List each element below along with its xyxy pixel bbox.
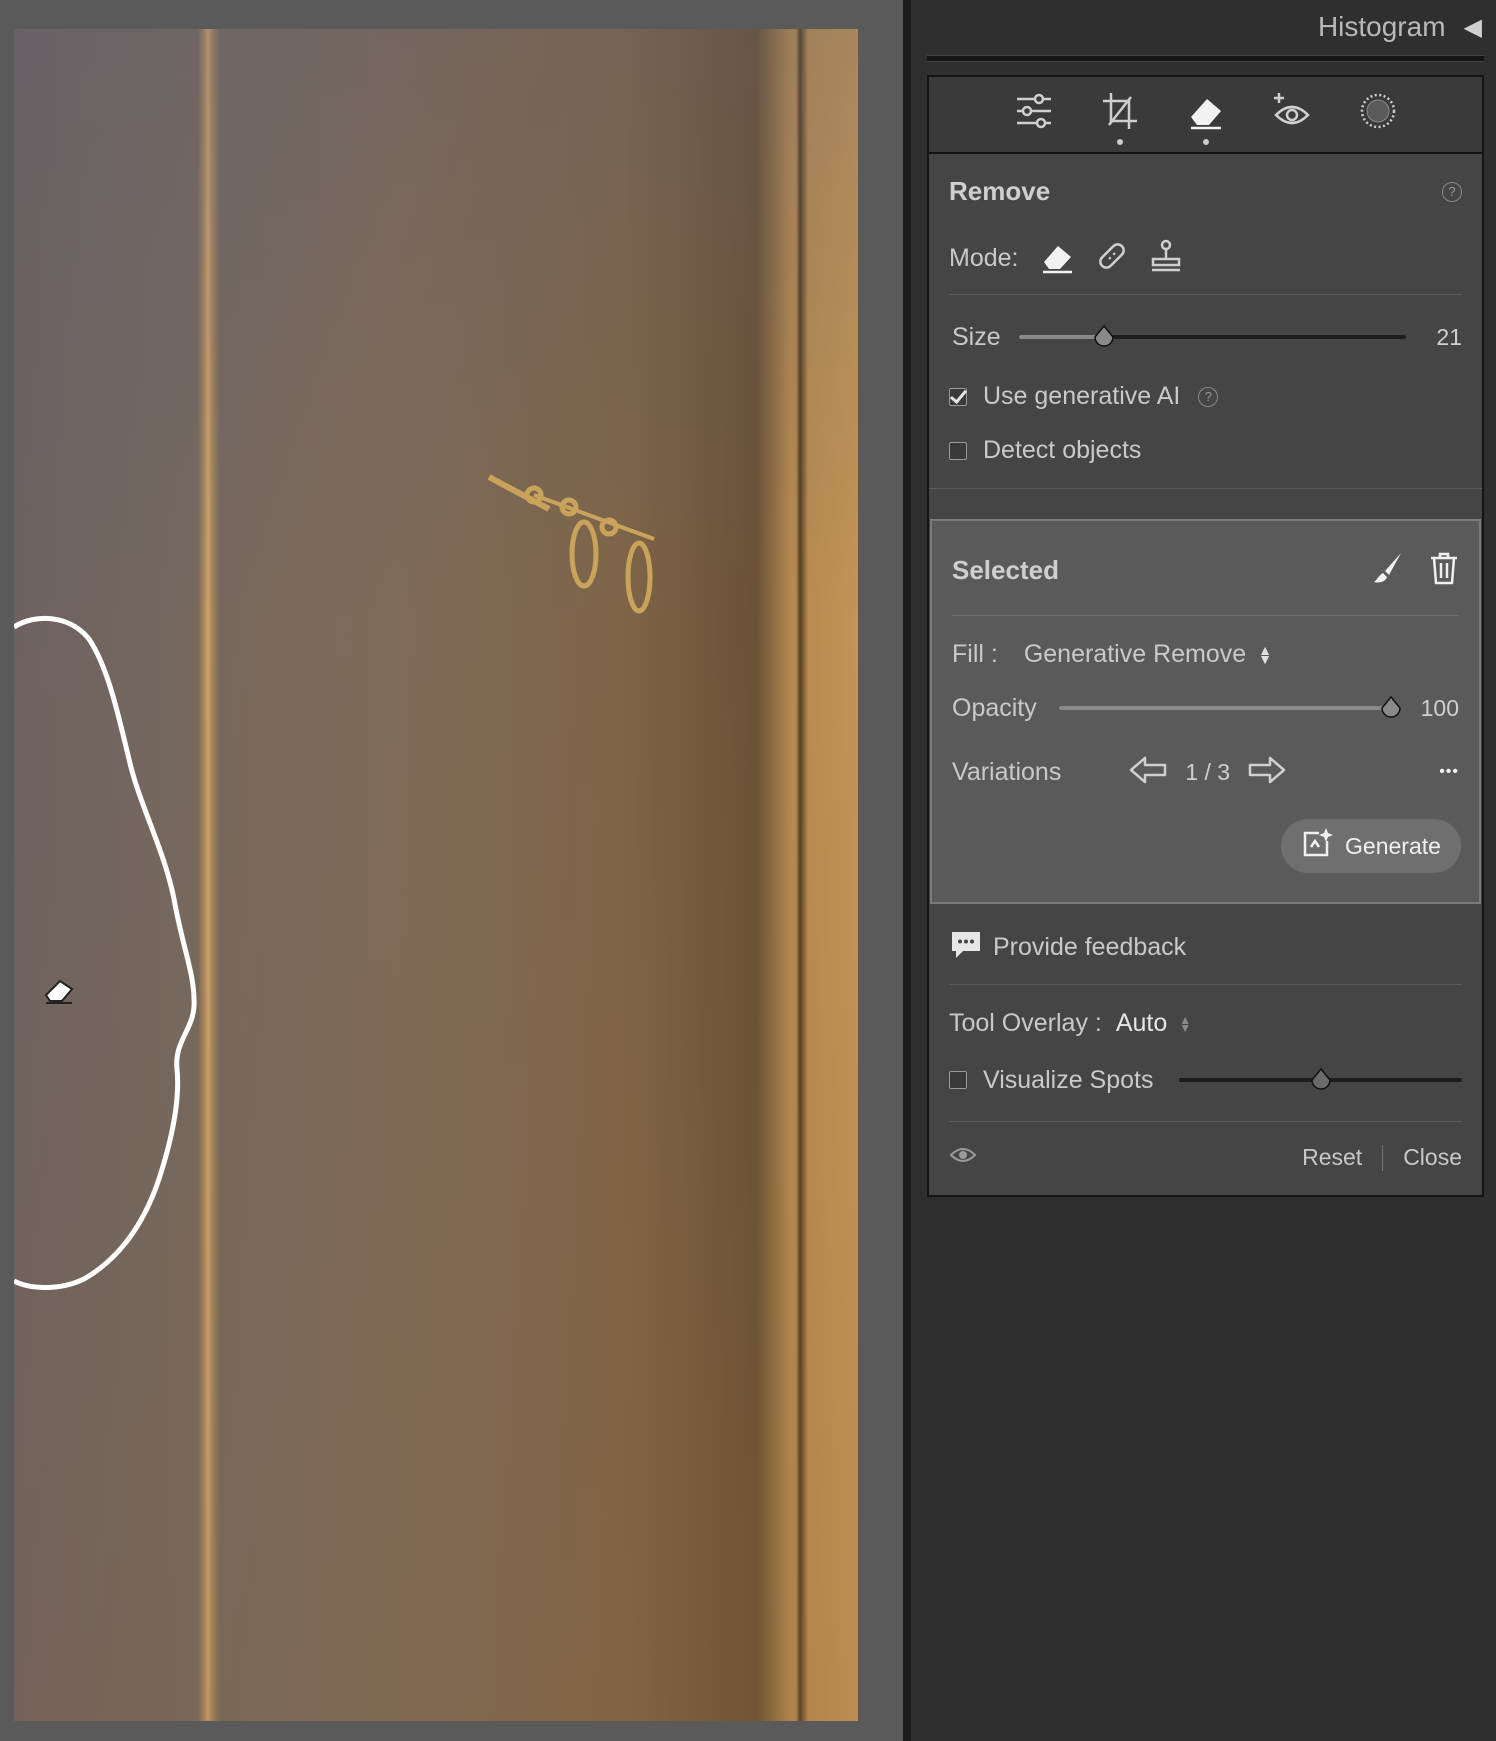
provide-feedback-link[interactable]: Provide feedback <box>993 933 1186 962</box>
divider <box>949 294 1462 295</box>
visualize-spots-checkbox[interactable] <box>949 1071 967 1089</box>
footer-divider <box>1382 1144 1384 1171</box>
crop-icon[interactable] <box>1101 91 1139 145</box>
generate-button[interactable]: Generate <box>1281 819 1461 873</box>
remove-title: Remove <box>949 176 1051 206</box>
divider <box>929 488 1482 489</box>
opacity-value[interactable]: 100 <box>1421 695 1459 722</box>
remove-panel: Remove ? Mode: Size 21 Use generative AI… <box>927 152 1484 1197</box>
divider <box>952 615 1459 616</box>
fill-select[interactable]: Generative Remove ▲ ▼ <box>1024 640 1272 669</box>
variations-counter: 1 / 3 <box>1185 758 1231 785</box>
fill-value: Generative Remove <box>1023 640 1247 668</box>
size-slider-thumb[interactable] <box>1093 325 1115 347</box>
use-generative-ai-label[interactable]: Use generative AI <box>983 382 1180 411</box>
opacity-slider-fill <box>1058 706 1391 710</box>
opacity-slider[interactable] <box>1058 696 1401 718</box>
brush-icon[interactable] <box>1371 551 1405 590</box>
reset-button[interactable]: Reset <box>1302 1144 1362 1171</box>
tool-overlay-value: Auto <box>1115 1009 1168 1037</box>
fill-label: Fill : <box>952 640 998 668</box>
detect-objects-label[interactable]: Detect objects <box>983 436 1141 465</box>
generate-sparkle-icon <box>1301 827 1334 865</box>
divider <box>949 984 1462 985</box>
more-options-icon[interactable]: ••• <box>1439 763 1459 781</box>
photo-preview[interactable] <box>14 29 858 1721</box>
use-generative-ai-checkbox[interactable] <box>949 387 967 406</box>
size-slider[interactable] <box>1018 325 1407 347</box>
edit-sliders-icon[interactable] <box>1015 91 1053 135</box>
histogram-title: Histogram <box>1317 11 1446 42</box>
remove-eraser-icon[interactable] <box>1187 91 1225 145</box>
eye-toggle-icon[interactable] <box>949 1145 977 1170</box>
opacity-slider-thumb[interactable] <box>1380 696 1402 718</box>
visualize-spots-thumb[interactable] <box>1310 1068 1332 1090</box>
histogram-header[interactable]: Histogram ◀ <box>921 0 1482 54</box>
mode-eraser-icon[interactable] <box>1040 238 1076 279</box>
visualize-spots-slider[interactable] <box>1179 1068 1462 1090</box>
crop-edited-dot <box>1116 139 1123 145</box>
photo-overlay <box>14 474 655 1290</box>
histogram-collapse-icon[interactable]: ◀ <box>1464 13 1482 42</box>
size-label: Size <box>952 322 1001 351</box>
size-value[interactable]: 21 <box>1436 324 1462 351</box>
removal-selection-outline[interactable] <box>14 615 197 1290</box>
mode-label: Mode: <box>949 244 1019 272</box>
arrow-right-icon[interactable] <box>1248 755 1286 790</box>
mode-heal-icon[interactable] <box>1094 238 1130 279</box>
tool-overlay-select[interactable]: Auto ▲ ▼ <box>1116 1009 1191 1038</box>
red-eye-icon[interactable] <box>1273 91 1311 135</box>
divider <box>949 1121 1462 1122</box>
variations-label: Variations <box>952 757 1062 786</box>
earrings-object <box>487 474 655 614</box>
remove-edited-dot <box>1202 139 1209 145</box>
updown-chevron-icon: ▲ ▼ <box>1179 1012 1192 1035</box>
develop-right-panel: Histogram ◀ Remove ? Mode: Size 21 Use g… <box>903 0 1496 1741</box>
size-slider-fill <box>1018 335 1104 339</box>
arrow-left-icon[interactable] <box>1129 755 1167 790</box>
trash-icon[interactable] <box>1429 551 1459 590</box>
masking-icon[interactable] <box>1359 91 1397 135</box>
help-icon[interactable]: ? <box>1198 386 1219 407</box>
selected-title: Selected <box>952 555 1059 585</box>
eraser-cursor-icon <box>44 979 74 1004</box>
histogram-divider <box>927 55 1484 62</box>
mode-clone-stamp-icon[interactable] <box>1148 238 1184 279</box>
updown-chevron-icon: ▲ ▼ <box>1258 641 1273 667</box>
selected-spot-panel: Selected Fill: Generative Remove ▲ ▼ Op… <box>930 519 1481 904</box>
generate-label: Generate <box>1345 832 1441 859</box>
help-icon[interactable]: ? <box>1442 181 1462 202</box>
visualize-spots-label[interactable]: Visualize Spots <box>983 1066 1153 1095</box>
close-button[interactable]: Close <box>1403 1144 1462 1171</box>
tool-overlay-label: Tool Overlay : <box>949 1009 1102 1037</box>
opacity-label: Opacity <box>952 693 1037 722</box>
detect-objects-checkbox[interactable] <box>949 441 967 460</box>
tool-strip <box>927 75 1484 152</box>
feedback-chat-icon[interactable] <box>949 929 983 966</box>
photo-canvas-area[interactable] <box>0 0 903 1741</box>
